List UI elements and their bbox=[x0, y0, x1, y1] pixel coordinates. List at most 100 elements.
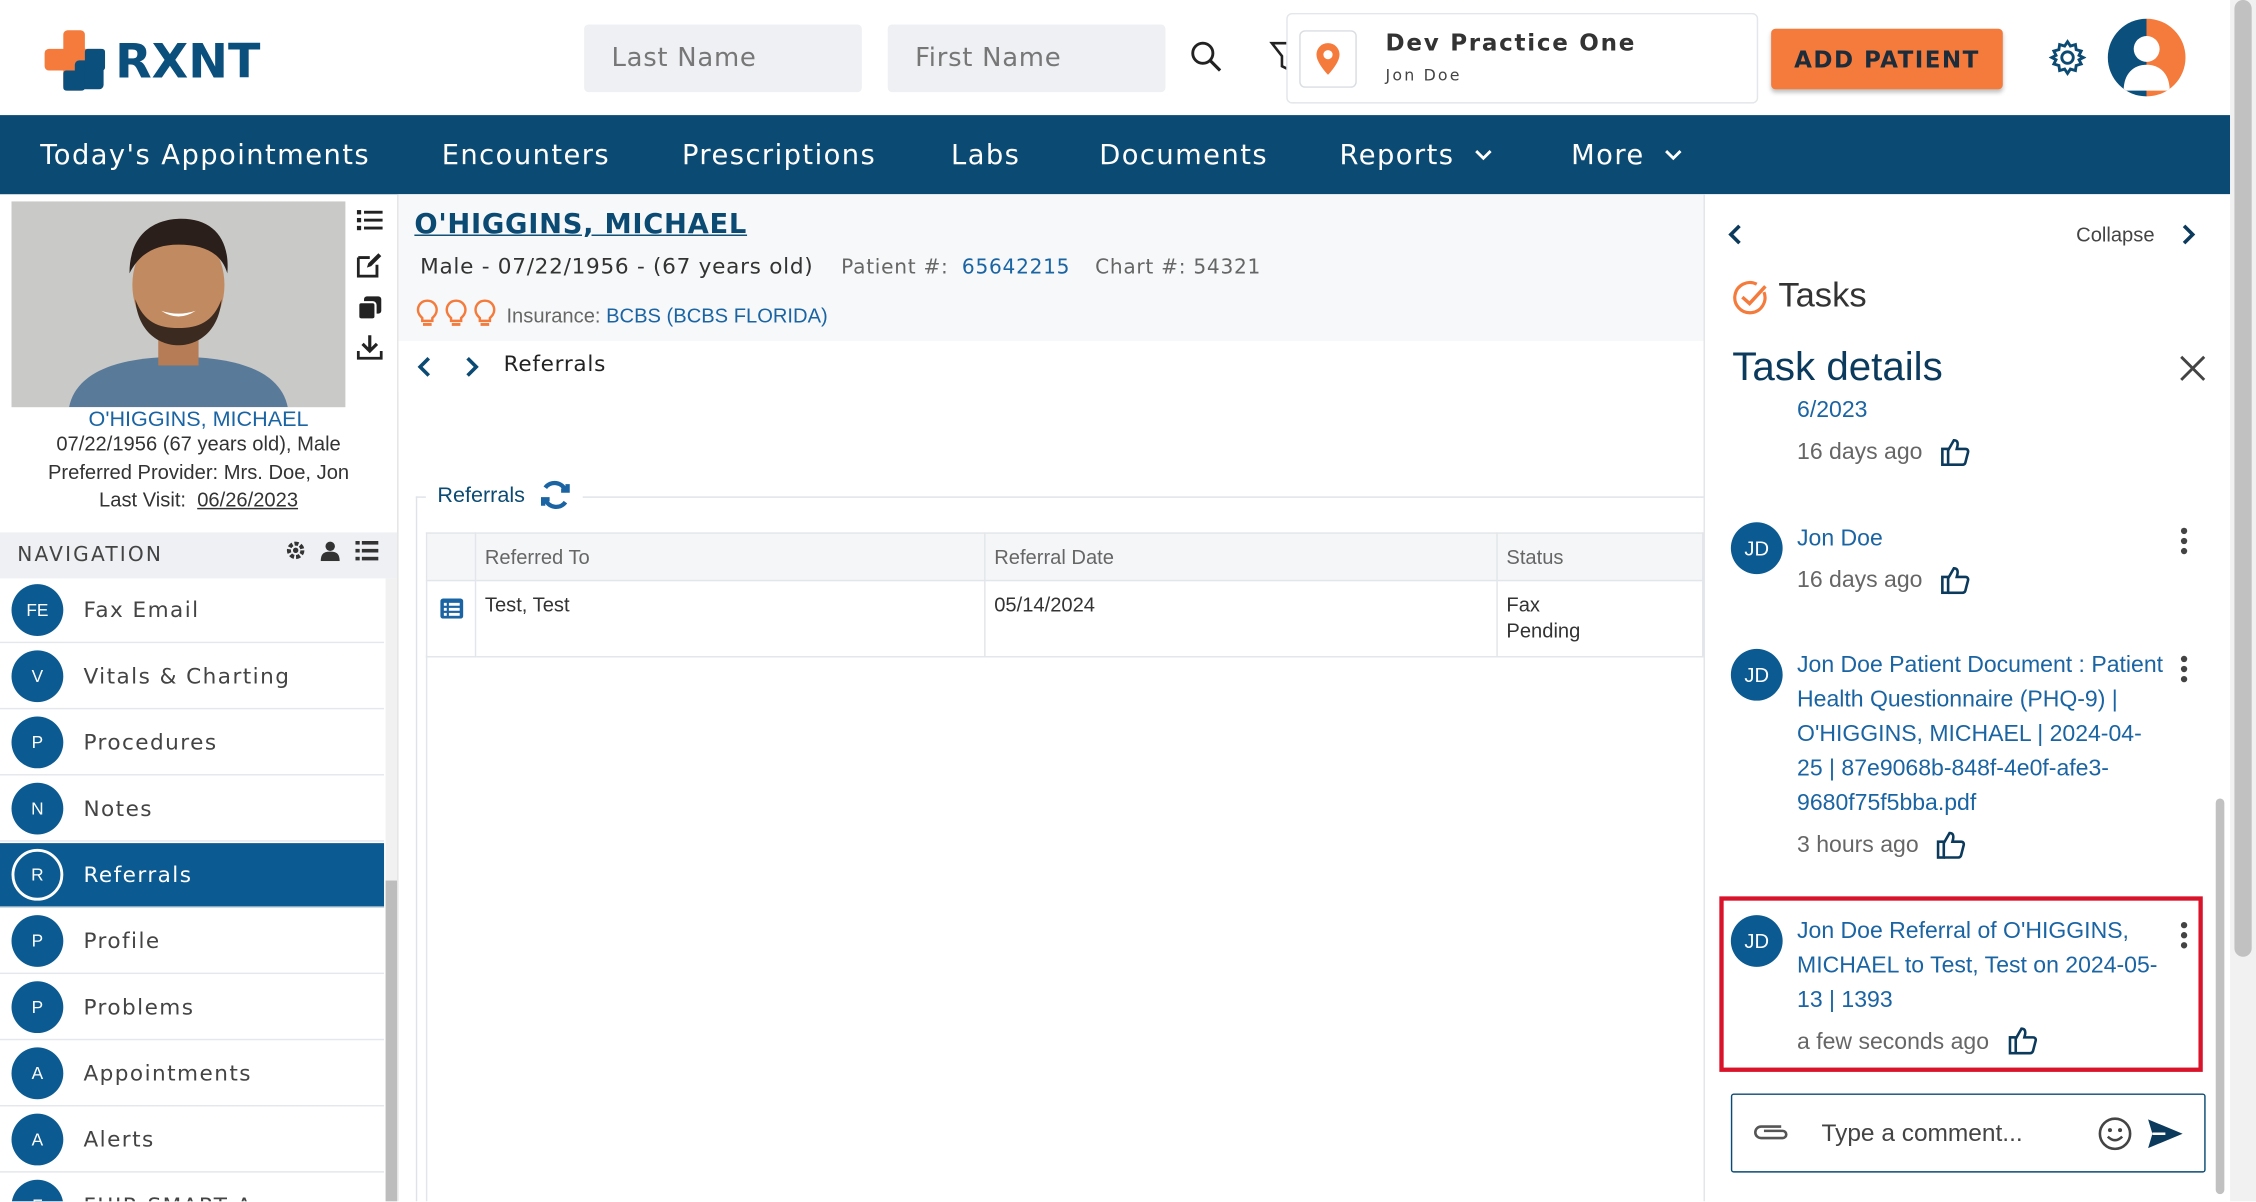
comment-line: Jon Doe Referral of O'HIGGINS, bbox=[1797, 919, 2129, 944]
nav-settings-icon[interactable] bbox=[285, 540, 307, 569]
nav-item-procedures[interactable]: P Procedures bbox=[0, 711, 385, 776]
nav-label: Today's Appointments bbox=[40, 138, 371, 171]
comment-link[interactable]: Jon Doe Patient Document : Patient Healt… bbox=[1797, 649, 2178, 822]
thumbs-up-icon[interactable] bbox=[2008, 1026, 2038, 1062]
add-patient-button[interactable]: ADD PATIENT bbox=[1771, 28, 2003, 90]
nav-item-notes[interactable]: N Notes bbox=[0, 777, 385, 842]
lightbulb-icon[interactable] bbox=[473, 299, 496, 335]
nav-todays-appointments[interactable]: Today's Appointments bbox=[40, 115, 370, 194]
thumbs-up-icon[interactable] bbox=[1936, 830, 1966, 866]
nav-item-profile[interactable]: P Profile bbox=[0, 909, 385, 975]
comment-line: 9680f75f5bba.pdf bbox=[1797, 791, 1977, 816]
comment-input[interactable] bbox=[1821, 1115, 2081, 1153]
forward-chevron-icon[interactable] bbox=[463, 355, 480, 385]
details-icon[interactable] bbox=[439, 598, 463, 623]
more-options-icon[interactable] bbox=[2180, 527, 2189, 563]
table-cell bbox=[425, 579, 477, 658]
nav-documents[interactable]: Documents bbox=[1099, 115, 1268, 194]
patient-actions bbox=[356, 209, 389, 369]
commenter-avatar: JD bbox=[1730, 915, 1783, 967]
settings-gear-icon[interactable] bbox=[2048, 39, 2087, 84]
patient-number[interactable]: 65642215 bbox=[962, 256, 1070, 279]
brand-name: RXNT bbox=[115, 32, 261, 89]
comment-link[interactable]: Jon Doe bbox=[1797, 522, 1883, 557]
last-name-input[interactable] bbox=[584, 24, 862, 93]
insurance-value[interactable]: BCBS (BCBS FLORIDA) bbox=[606, 304, 828, 327]
nav-prescriptions[interactable]: Prescriptions bbox=[682, 115, 876, 194]
patient-card-last-visit: Last Visit: 06/26/2023 bbox=[0, 488, 397, 511]
comment-line: Health Questionnaire (PHQ-9) | bbox=[1797, 687, 2118, 713]
nav-badge: R bbox=[11, 848, 64, 901]
nav-reports[interactable]: Reports bbox=[1340, 115, 1492, 194]
patient-header-name[interactable]: O'HIGGINS, MICHAEL bbox=[414, 209, 747, 241]
thumbs-up-icon[interactable] bbox=[1941, 437, 1970, 473]
window-scroll-thumb[interactable] bbox=[2234, 0, 2252, 957]
tasks-scrollbar[interactable] bbox=[2215, 798, 2225, 1195]
nav-label: Reports bbox=[1339, 138, 1455, 171]
nav-label: Prescriptions bbox=[681, 138, 877, 171]
nav-item-label: Appointments bbox=[83, 1060, 252, 1087]
copy-icon[interactable] bbox=[357, 295, 389, 334]
status-line: Pending bbox=[1506, 618, 1581, 642]
edit-icon[interactable] bbox=[356, 252, 389, 295]
nav-item-problems[interactable]: P Problems bbox=[0, 975, 385, 1041]
lightbulb-icon[interactable] bbox=[416, 299, 439, 335]
nav-badge: A bbox=[11, 1113, 64, 1166]
download-icon[interactable] bbox=[356, 334, 389, 369]
nav-encounters[interactable]: Encounters bbox=[442, 115, 610, 194]
nav-label: Encounters bbox=[441, 138, 611, 171]
table-cell: 05/14/2024 bbox=[984, 579, 1498, 658]
refresh-icon[interactable] bbox=[539, 479, 571, 511]
rxnt-cross-icon bbox=[44, 30, 106, 91]
nav-item-fhir-smart[interactable]: F FHIR SMART A bbox=[0, 1174, 384, 1202]
nav-item-referrals[interactable]: R Referrals bbox=[0, 843, 385, 908]
thumbs-up-icon[interactable] bbox=[1941, 565, 1970, 601]
first-name-input[interactable] bbox=[887, 24, 1166, 93]
back-chevron-icon[interactable] bbox=[416, 355, 433, 385]
collapse-link[interactable]: Collapse bbox=[2076, 223, 2154, 246]
more-options-icon[interactable] bbox=[2180, 655, 2189, 691]
navigation-list: FE Fax Email V Vitals & Charting P Procedur… bbox=[0, 578, 385, 1202]
panel-prev-chevron-icon[interactable] bbox=[1727, 223, 1744, 253]
more-options-icon[interactable] bbox=[2180, 921, 2189, 957]
last-visit-date[interactable]: 06/26/2023 bbox=[197, 488, 298, 511]
table-cell: Test, Test bbox=[474, 579, 986, 658]
referrals-title: Referrals bbox=[437, 482, 525, 508]
nav-list-icon[interactable] bbox=[355, 540, 379, 568]
send-icon[interactable] bbox=[2147, 1116, 2184, 1158]
nav-item-fax-email[interactable]: FE Fax Email bbox=[0, 578, 385, 644]
search-icon[interactable] bbox=[1188, 39, 1223, 81]
paperclip-icon[interactable] bbox=[1752, 1121, 1789, 1151]
lightbulb-icon[interactable] bbox=[445, 299, 468, 335]
comment-link[interactable]: 6/2023 bbox=[1797, 394, 1867, 429]
breadcrumb-current: Referrals bbox=[503, 351, 607, 377]
comment-line: MICHAEL to Test, Test on 2024-05- bbox=[1797, 953, 2158, 979]
comment-link[interactable]: Jon Doe Referral of O'HIGGINS, MICHAEL t… bbox=[1797, 915, 2178, 1019]
table-header[interactable]: Status bbox=[1496, 532, 1704, 582]
navigation-scroll-thumb[interactable] bbox=[385, 880, 398, 1202]
table-header[interactable]: Referred To bbox=[474, 532, 986, 582]
nav-labs[interactable]: Labs bbox=[951, 115, 1020, 194]
panel-collapse-chevron-icon[interactable] bbox=[2180, 223, 2197, 253]
practice-selector[interactable]: Dev Practice One Jon Doe bbox=[1286, 12, 1759, 104]
nav-item-alerts[interactable]: A Alerts bbox=[0, 1108, 385, 1173]
comment-time: a few seconds ago bbox=[1797, 1030, 1990, 1055]
user-avatar[interactable] bbox=[2107, 18, 2186, 97]
table-header[interactable]: Referral Date bbox=[984, 532, 1498, 582]
table-row[interactable]: Test, Test 05/14/2024 Fax Pending bbox=[425, 579, 1704, 658]
insurance-label: Insurance: bbox=[506, 303, 601, 327]
status-line: Fax bbox=[1506, 592, 1540, 616]
patient-photo bbox=[11, 201, 346, 408]
nav-person-icon[interactable] bbox=[319, 540, 341, 569]
patient-card-name[interactable]: O'HIGGINS, MICHAEL bbox=[0, 407, 397, 431]
rxnt-logo[interactable]: RXNT bbox=[43, 29, 260, 92]
list-icon[interactable] bbox=[356, 209, 389, 252]
nav-item-label: Profile bbox=[83, 928, 161, 954]
nav-more[interactable]: More bbox=[1571, 115, 1682, 194]
nav-item-vitals-charting[interactable]: V Vitals & Charting bbox=[0, 645, 385, 710]
emoji-icon[interactable] bbox=[2098, 1116, 2133, 1158]
close-icon[interactable] bbox=[2178, 354, 2207, 390]
referrals-panel-header: Referrals bbox=[425, 474, 583, 516]
nav-item-appointments[interactable]: A Appointments bbox=[0, 1042, 385, 1107]
nav-item-label: Procedures bbox=[83, 729, 218, 756]
